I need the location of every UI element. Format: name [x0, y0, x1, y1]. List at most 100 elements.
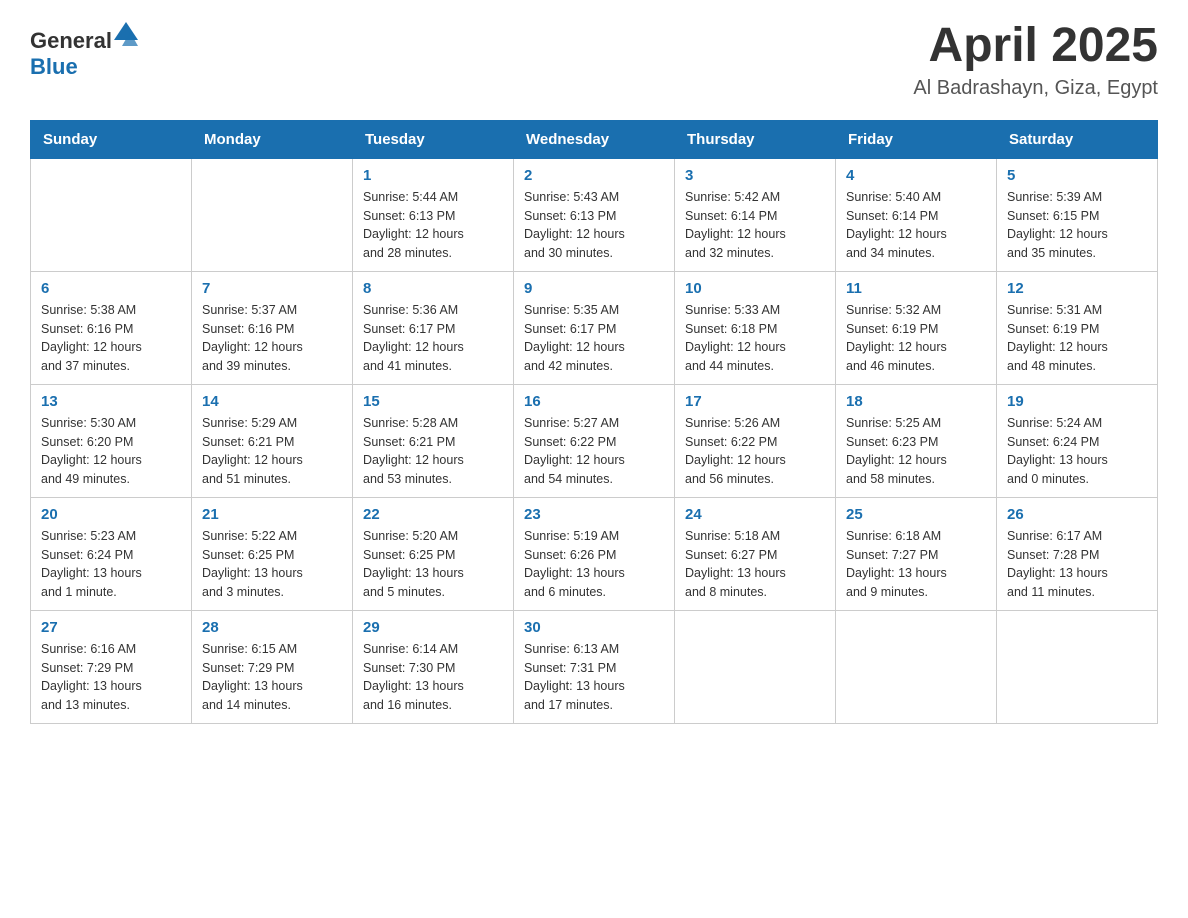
day-info: Sunrise: 5:42 AM Sunset: 6:14 PM Dayligh… — [685, 188, 825, 263]
day-info: Sunrise: 5:39 AM Sunset: 6:15 PM Dayligh… — [1007, 188, 1147, 263]
calendar-cell: 8 Sunrise: 5:36 AM Sunset: 6:17 PM Daylig… — [353, 271, 514, 384]
day-number: 9 — [524, 280, 664, 297]
calendar-cell: 9 Sunrise: 5:35 AM Sunset: 6:17 PM Daylig… — [514, 271, 675, 384]
day-info: Sunrise: 6:13 AM Sunset: 7:31 PM Dayligh… — [524, 640, 664, 715]
calendar-cell: 27 Sunrise: 6:16 AM Sunset: 7:29 PM Dayli… — [31, 610, 192, 723]
title-section: April 2025 Al Badrashayn, Giza, Egypt — [913, 20, 1158, 100]
day-number: 8 — [363, 280, 503, 297]
calendar-cell: 21 Sunrise: 5:22 AM Sunset: 6:25 PM Dayli… — [192, 497, 353, 610]
day-number: 25 — [846, 506, 986, 523]
day-info: Sunrise: 5:36 AM Sunset: 6:17 PM Dayligh… — [363, 301, 503, 376]
day-info: Sunrise: 5:35 AM Sunset: 6:17 PM Dayligh… — [524, 301, 664, 376]
calendar-cell: 23 Sunrise: 5:19 AM Sunset: 6:26 PM Dayli… — [514, 497, 675, 610]
week-row-4: 20 Sunrise: 5:23 AM Sunset: 6:24 PM Dayli… — [31, 497, 1158, 610]
calendar-cell: 18Sunrise: 5:25 AM Sunset: 6:23 PM Dayli… — [836, 384, 997, 497]
calendar-cell: 13Sunrise: 5:30 AM Sunset: 6:20 PM Dayli… — [31, 384, 192, 497]
weekday-header-monday: Monday — [192, 120, 353, 158]
day-number: 2 — [524, 167, 664, 184]
day-number: 6 — [41, 280, 181, 297]
calendar-cell — [675, 610, 836, 723]
day-number: 20 — [41, 506, 181, 523]
weekday-header-row: SundayMondayTuesdayWednesdayThursdayFrid… — [31, 120, 1158, 158]
day-number: 19 — [1007, 393, 1147, 410]
day-info: Sunrise: 5:38 AM Sunset: 6:16 PM Dayligh… — [41, 301, 181, 376]
day-number: 28 — [202, 619, 342, 636]
day-number: 15 — [363, 393, 503, 410]
day-number: 12 — [1007, 280, 1147, 297]
day-info: Sunrise: 5:27 AM Sunset: 6:22 PM Dayligh… — [524, 414, 664, 489]
logo: General Blue — [30, 20, 140, 80]
day-info: Sunrise: 6:16 AM Sunset: 7:29 PM Dayligh… — [41, 640, 181, 715]
week-row-3: 13Sunrise: 5:30 AM Sunset: 6:20 PM Dayli… — [31, 384, 1158, 497]
calendar-cell: 19Sunrise: 5:24 AM Sunset: 6:24 PM Dayli… — [997, 384, 1158, 497]
calendar-cell — [31, 158, 192, 271]
day-info: Sunrise: 5:40 AM Sunset: 6:14 PM Dayligh… — [846, 188, 986, 263]
calendar-cell: 5Sunrise: 5:39 AM Sunset: 6:15 PM Daylig… — [997, 158, 1158, 271]
calendar-cell: 7 Sunrise: 5:37 AM Sunset: 6:16 PM Daylig… — [192, 271, 353, 384]
calendar-cell: 20 Sunrise: 5:23 AM Sunset: 6:24 PM Dayli… — [31, 497, 192, 610]
day-info: Sunrise: 5:32 AM Sunset: 6:19 PM Dayligh… — [846, 301, 986, 376]
calendar-cell: 15 Sunrise: 5:28 AM Sunset: 6:21 PM Dayli… — [353, 384, 514, 497]
day-number: 23 — [524, 506, 664, 523]
day-info: Sunrise: 5:31 AM Sunset: 6:19 PM Dayligh… — [1007, 301, 1147, 376]
calendar-cell: 29Sunrise: 6:14 AM Sunset: 7:30 PM Dayli… — [353, 610, 514, 723]
day-info: Sunrise: 5:22 AM Sunset: 6:25 PM Dayligh… — [202, 527, 342, 602]
day-number: 27 — [41, 619, 181, 636]
weekday-header-saturday: Saturday — [997, 120, 1158, 158]
day-info: Sunrise: 5:20 AM Sunset: 6:25 PM Dayligh… — [363, 527, 503, 602]
day-number: 14 — [202, 393, 342, 410]
day-info: Sunrise: 6:14 AM Sunset: 7:30 PM Dayligh… — [363, 640, 503, 715]
weekday-header-thursday: Thursday — [675, 120, 836, 158]
day-number: 13 — [41, 393, 181, 410]
calendar-cell: 26 Sunrise: 6:17 AM Sunset: 7:28 PM Dayli… — [997, 497, 1158, 610]
weekday-header-sunday: Sunday — [31, 120, 192, 158]
day-info: Sunrise: 5:23 AM Sunset: 6:24 PM Dayligh… — [41, 527, 181, 602]
day-info: Sunrise: 5:37 AM Sunset: 6:16 PM Dayligh… — [202, 301, 342, 376]
calendar-cell — [997, 610, 1158, 723]
day-number: 7 — [202, 280, 342, 297]
day-number: 26 — [1007, 506, 1147, 523]
day-number: 16 — [524, 393, 664, 410]
calendar-cell: 11 Sunrise: 5:32 AM Sunset: 6:19 PM Dayli… — [836, 271, 997, 384]
day-number: 30 — [524, 619, 664, 636]
page-header: General Blue April 2025 Al Badrashayn, G… — [30, 20, 1158, 100]
day-info: Sunrise: 5:28 AM Sunset: 6:21 PM Dayligh… — [363, 414, 503, 489]
calendar-table: SundayMondayTuesdayWednesdayThursdayFrid… — [30, 120, 1158, 724]
day-number: 24 — [685, 506, 825, 523]
calendar-cell: 22 Sunrise: 5:20 AM Sunset: 6:25 PM Dayli… — [353, 497, 514, 610]
calendar-cell: 25Sunrise: 6:18 AM Sunset: 7:27 PM Dayli… — [836, 497, 997, 610]
day-number: 22 — [363, 506, 503, 523]
calendar-body: 1 Sunrise: 5:44 AM Sunset: 6:13 PM Daylig… — [31, 158, 1158, 723]
calendar-header: SundayMondayTuesdayWednesdayThursdayFrid… — [31, 120, 1158, 158]
calendar-cell: 24 Sunrise: 5:18 AM Sunset: 6:27 PM Dayli… — [675, 497, 836, 610]
day-info: Sunrise: 5:18 AM Sunset: 6:27 PM Dayligh… — [685, 527, 825, 602]
calendar-cell: 10 Sunrise: 5:33 AM Sunset: 6:18 PM Dayli… — [675, 271, 836, 384]
day-info: Sunrise: 5:19 AM Sunset: 6:26 PM Dayligh… — [524, 527, 664, 602]
calendar-cell: 30 Sunrise: 6:13 AM Sunset: 7:31 PM Dayli… — [514, 610, 675, 723]
day-info: Sunrise: 5:33 AM Sunset: 6:18 PM Dayligh… — [685, 301, 825, 376]
day-number: 17 — [685, 393, 825, 410]
day-number: 4 — [846, 167, 986, 184]
day-info: Sunrise: 5:44 AM Sunset: 6:13 PM Dayligh… — [363, 188, 503, 263]
calendar-cell — [836, 610, 997, 723]
day-number: 1 — [363, 167, 503, 184]
day-number: 11 — [846, 280, 986, 297]
weekday-header-friday: Friday — [836, 120, 997, 158]
day-number: 10 — [685, 280, 825, 297]
day-info: Sunrise: 5:29 AM Sunset: 6:21 PM Dayligh… — [202, 414, 342, 489]
month-title: April 2025 — [913, 20, 1158, 73]
week-row-2: 6 Sunrise: 5:38 AM Sunset: 6:16 PM Daylig… — [31, 271, 1158, 384]
day-info: Sunrise: 6:17 AM Sunset: 7:28 PM Dayligh… — [1007, 527, 1147, 602]
logo-text: General Blue — [30, 20, 140, 80]
day-number: 3 — [685, 167, 825, 184]
calendar-cell: 3 Sunrise: 5:42 AM Sunset: 6:14 PM Daylig… — [675, 158, 836, 271]
calendar-cell: 4 Sunrise: 5:40 AM Sunset: 6:14 PM Daylig… — [836, 158, 997, 271]
week-row-5: 27 Sunrise: 6:16 AM Sunset: 7:29 PM Dayli… — [31, 610, 1158, 723]
day-info: Sunrise: 5:25 AM Sunset: 6:23 PM Dayligh… — [846, 414, 986, 489]
day-info: Sunrise: 5:26 AM Sunset: 6:22 PM Dayligh… — [685, 414, 825, 489]
calendar-cell: 12 Sunrise: 5:31 AM Sunset: 6:19 PM Dayli… — [997, 271, 1158, 384]
calendar-cell: 17 Sunrise: 5:26 AM Sunset: 6:22 PM Dayli… — [675, 384, 836, 497]
weekday-header-wednesday: Wednesday — [514, 120, 675, 158]
location: Al Badrashayn, Giza, Egypt — [913, 77, 1158, 100]
day-number: 21 — [202, 506, 342, 523]
